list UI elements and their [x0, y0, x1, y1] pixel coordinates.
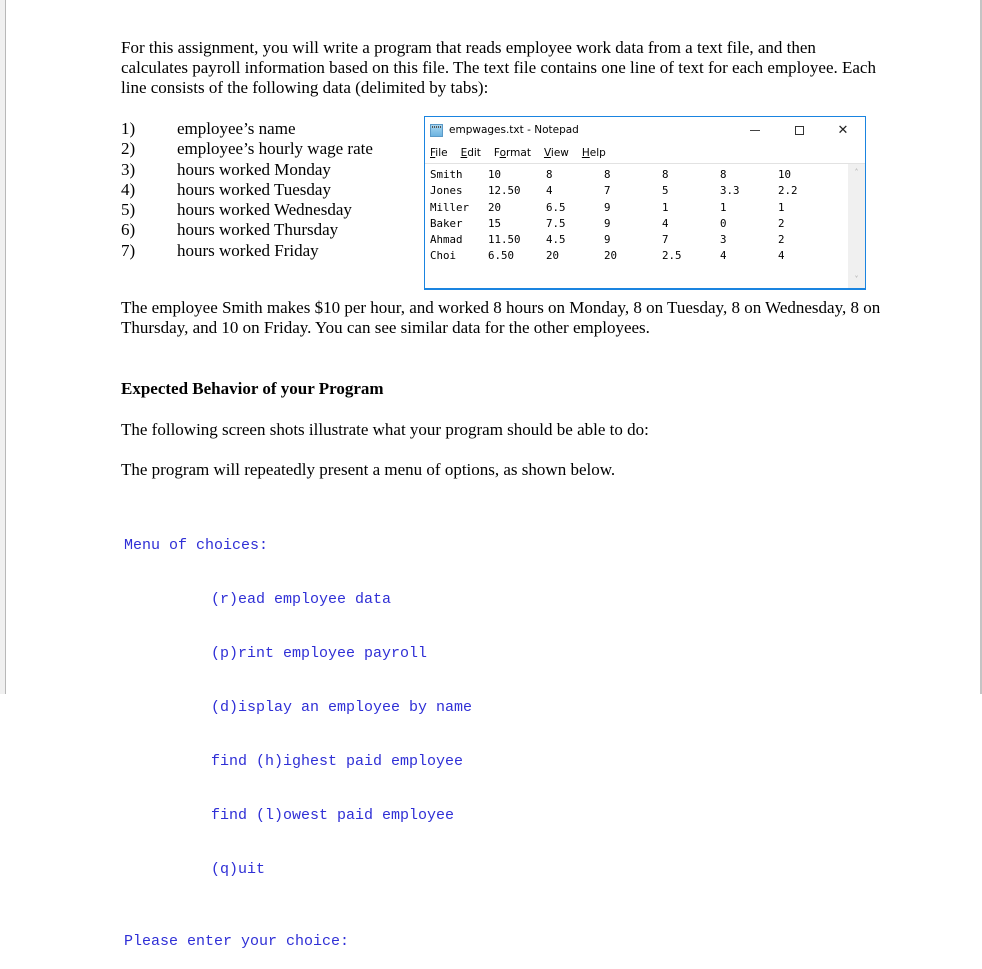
field-list-item: 7) hours worked Friday: [121, 240, 319, 260]
notepad-field: Miller: [430, 200, 470, 214]
notepad-titlebar[interactable]: empwages.txt - Notepad ✕: [425, 117, 865, 143]
notepad-line: Choi 6.50 20 20 2.5 4 4: [430, 248, 847, 264]
minimize-icon: [750, 129, 760, 131]
field-list-item: 1) employee’s name: [121, 119, 296, 138]
menu-intro-paragraph: The program will repeatedly present a me…: [121, 460, 616, 479]
notepad-window: empwages.txt - Notepad ✕ File Edit Forma…: [424, 116, 866, 290]
notepad-field: 4: [546, 184, 553, 198]
notepad-field: 8: [662, 168, 669, 181]
menu-option: find (l)owest paid employee: [211, 807, 455, 824]
notepad-field: 5: [662, 184, 669, 198]
menu-view[interactable]: View: [543, 147, 570, 159]
field-list: 1) employee’s name 2) employee’s hourly wa…: [121, 119, 373, 261]
field-list-item: 3) hours worked Monday: [121, 159, 331, 179]
page-left-margin: [0, 0, 6, 694]
notepad-field: 9: [604, 200, 611, 214]
menu-option: (q)uit: [211, 861, 266, 878]
notepad-field: Smith: [430, 168, 463, 181]
scroll-up-icon[interactable]: ˄: [848, 164, 865, 181]
notepad-field: Ahmad: [430, 233, 463, 247]
notepad-title: empwages.txt - Notepad: [449, 124, 579, 136]
scroll-down-icon[interactable]: ˅: [848, 271, 865, 288]
notepad-field: 4: [720, 249, 727, 263]
intro-paragraph: For this assignment, you will write a pr…: [121, 38, 876, 97]
notepad-field: 0: [720, 216, 727, 230]
menu-option: find (h)ighest paid employee: [211, 753, 464, 770]
vertical-scrollbar[interactable]: ˄ ˅: [848, 164, 865, 288]
field-list-item: 5) hours worked Wednesday: [121, 200, 352, 220]
notepad-field: 2.2: [778, 184, 798, 198]
menu-option: (p)rint employee payroll: [211, 645, 428, 662]
notepad-field: 7: [604, 184, 611, 198]
section-heading: Expected Behavior of your Program: [121, 379, 384, 398]
notepad-field: 1: [778, 200, 785, 214]
field-list-item: 4) hours worked Tuesday: [121, 179, 331, 199]
notepad-text-area[interactable]: Smith 10 8 8 8 8 10 Jones 12.50 4 7 5 3.3 2.2 Miller 20…: [425, 164, 847, 288]
notepad-field: 9: [604, 233, 611, 247]
notepad-field: 20: [604, 249, 618, 263]
notepad-field: 2: [778, 216, 785, 230]
notepad-field: 12.50: [488, 184, 521, 198]
menu-option: (d)isplay an employee by name: [211, 699, 473, 716]
notepad-field: 6.50: [488, 249, 515, 263]
notepad-field: Baker: [430, 216, 463, 230]
close-button[interactable]: ✕: [821, 117, 865, 143]
notepad-field: 3: [720, 233, 727, 247]
notepad-line: Smith 10 8 8 8 8 10: [430, 167, 847, 183]
menu-file[interactable]: File: [429, 147, 449, 159]
notepad-field: 20: [488, 200, 502, 214]
notepad-field: 2.5: [662, 249, 682, 263]
screenshots-paragraph: The following screen shots illustrate wh…: [121, 420, 649, 439]
notepad-field: 6.5: [546, 200, 566, 214]
notepad-field: 7.5: [546, 216, 566, 230]
notepad-field: 4.5: [546, 233, 566, 247]
close-icon: ✕: [837, 122, 849, 138]
notepad-icon: [430, 123, 443, 137]
notepad-field: Choi: [430, 249, 457, 263]
console-prompt: Please enter your choice:: [124, 933, 350, 950]
notepad-field: 9: [604, 216, 611, 230]
console-menu: Menu of choices: (r)ead employee data (p…: [124, 501, 472, 969]
notepad-line: Ahmad 11.50 4.5 9 7 3 2: [430, 232, 847, 248]
notepad-field: 15: [488, 216, 502, 230]
notepad-field: 3.3: [720, 184, 740, 198]
example-paragraph: The employee Smith makes $10 per hour, a…: [121, 298, 881, 337]
notepad-field: 1: [720, 200, 727, 214]
field-list-item: 6) hours worked Thursday: [121, 220, 339, 240]
minimize-button[interactable]: [733, 117, 777, 143]
window-controls: ✕: [733, 117, 865, 143]
maximize-icon: [794, 125, 804, 135]
notepad-field: 11.50: [488, 233, 521, 247]
notepad-field: 10: [778, 168, 792, 181]
notepad-field: 7: [662, 233, 669, 247]
notepad-field: 1: [662, 200, 669, 214]
menu-help[interactable]: Help: [581, 147, 607, 159]
notepad-field: 8: [546, 168, 553, 181]
notepad-field: 2: [778, 233, 785, 247]
notepad-field: 4: [662, 216, 669, 230]
notepad-field: Jones: [430, 184, 463, 198]
menu-format[interactable]: Format: [493, 147, 532, 159]
menu-option: (r)ead employee data: [211, 591, 392, 608]
menu-edit[interactable]: Edit: [460, 147, 482, 159]
notepad-menubar: File Edit Format View Help: [425, 143, 865, 164]
notepad-line: Baker 15 7.5 9 4 0 2: [430, 216, 847, 232]
notepad-line: Miller 20 6.5 9 1 1 1: [430, 200, 847, 216]
notepad-field: 20: [546, 249, 560, 263]
notepad-field: 10: [488, 168, 502, 181]
notepad-content: Smith 10 8 8 8 8 10 Jones 12.50 4 7 5 3.3 2.2 Miller 20…: [425, 164, 847, 265]
notepad-field: 8: [720, 168, 727, 181]
console-header: Menu of choices:: [124, 537, 269, 554]
notepad-field: 8: [604, 168, 611, 181]
notepad-field: 4: [778, 249, 785, 263]
maximize-button[interactable]: [777, 117, 821, 143]
notepad-line: Jones 12.50 4 7 5 3.3 2.2: [430, 183, 847, 199]
field-list-item: 2) employee’s hourly wage rate: [121, 139, 373, 159]
